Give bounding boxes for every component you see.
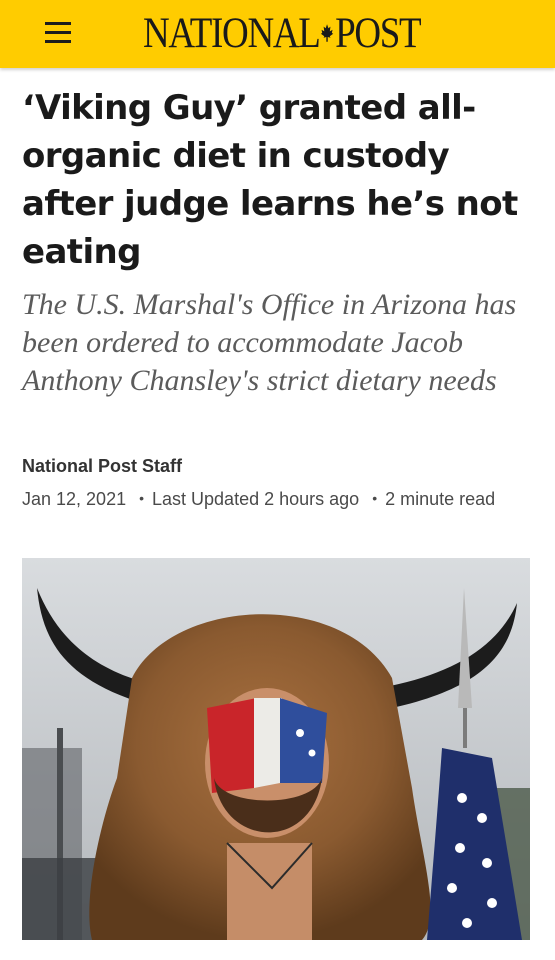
logo-text-left: NATIONAL	[143, 9, 321, 57]
article-hero-image[interactable]	[22, 558, 530, 940]
maple-leaf-icon	[321, 24, 334, 42]
top-bar: NATIONAL POST	[0, 0, 555, 68]
meta-separator: •	[372, 490, 378, 506]
last-updated: Last Updated 2 hours ago	[152, 489, 360, 509]
author-name[interactable]: National Post Staff	[22, 456, 182, 477]
article-deck: The U.S. Marshal's Office in Arizona has…	[22, 288, 517, 397]
article-meta: Jan 12, 2021 • Last Updated 2 hours ago •…	[22, 486, 532, 513]
publish-date: Jan 12, 2021	[22, 489, 127, 509]
meta-separator: •	[139, 490, 145, 506]
article-headline: ‘Viking Guy’ granted all-organic diet in…	[22, 88, 518, 272]
site-logo[interactable]: NATIONAL POST	[143, 9, 422, 57]
read-time: 2 minute read	[385, 489, 496, 509]
logo-text-right: POST	[335, 9, 422, 57]
hero-photo-illustration	[22, 558, 530, 940]
hamburger-menu-icon[interactable]	[45, 22, 71, 44]
